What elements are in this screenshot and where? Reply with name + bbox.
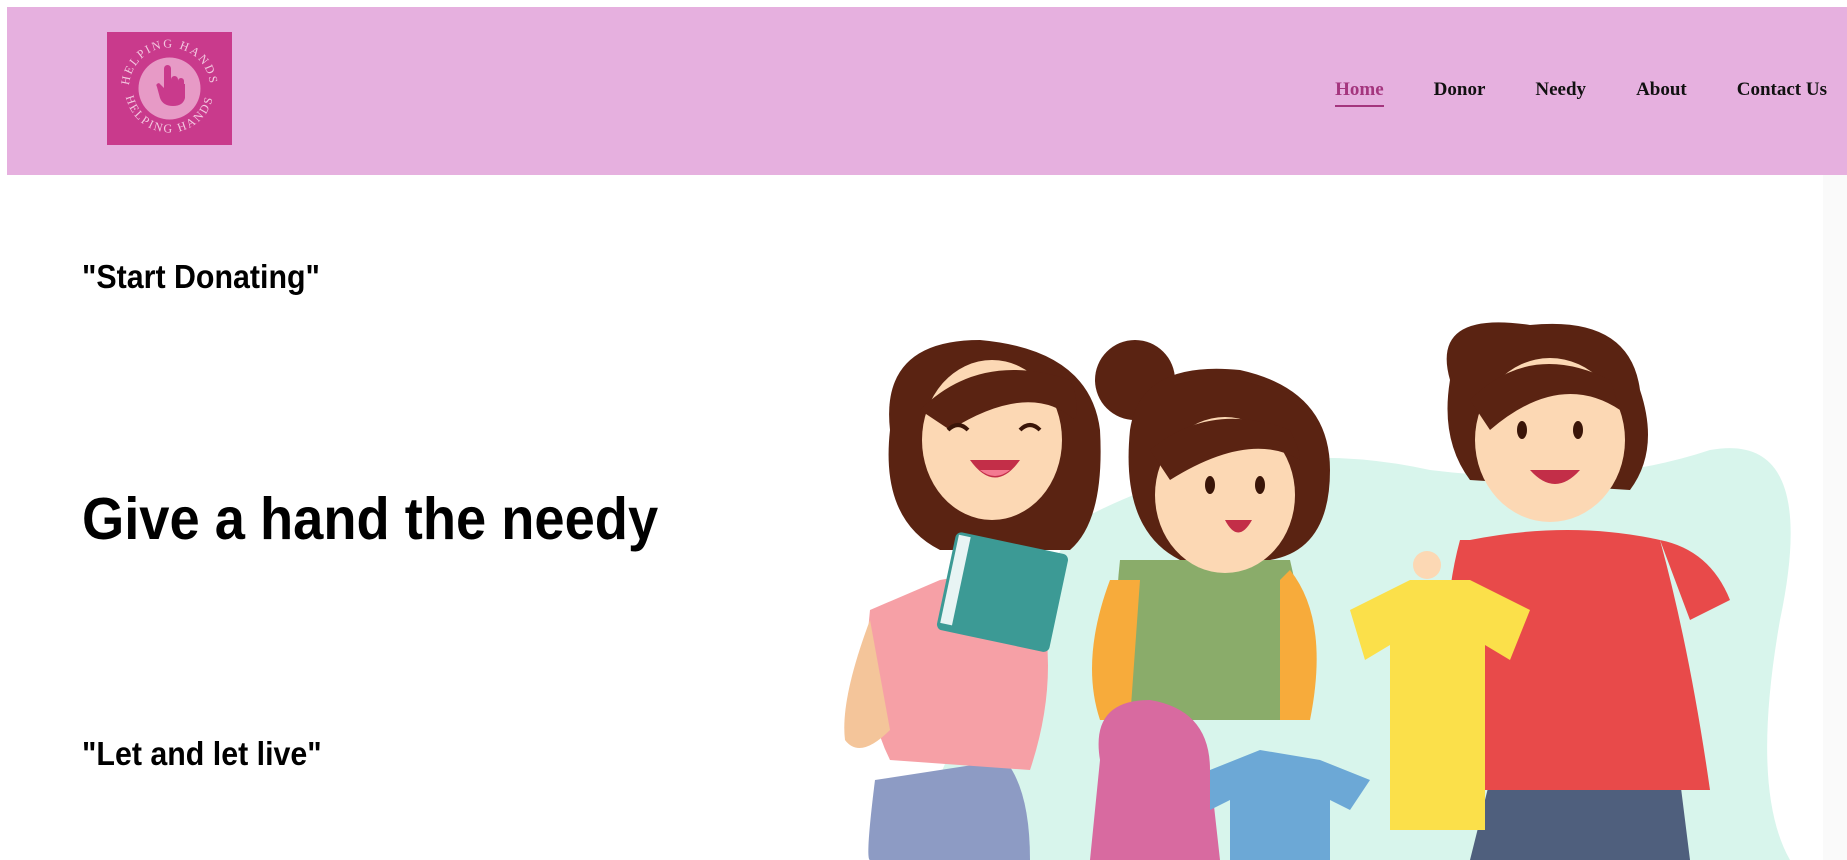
helping-hands-logo[interactable]: HELPING HANDS HELPING HANDS xyxy=(107,32,232,145)
nav-donor[interactable]: Donor xyxy=(1434,75,1486,107)
nav-contact-us[interactable]: Contact Us xyxy=(1737,75,1827,107)
tagline-let-live: "Let and let live" xyxy=(82,735,322,772)
nav-needy[interactable]: Needy xyxy=(1535,75,1586,107)
nav-about[interactable]: About xyxy=(1636,75,1687,107)
nav-home[interactable]: Home xyxy=(1335,75,1384,107)
main-nav: Home Donor Needy About Contact Us xyxy=(1335,7,1847,175)
hero-headline: Give a hand the needy xyxy=(82,486,659,552)
tagline-start-donating: "Start Donating" xyxy=(82,258,320,295)
donation-illustration xyxy=(844,322,1791,860)
site-header: HELPING HANDS HELPING HANDS Home Donor N… xyxy=(7,7,1847,175)
boy-holding-shirt xyxy=(1350,322,1730,860)
